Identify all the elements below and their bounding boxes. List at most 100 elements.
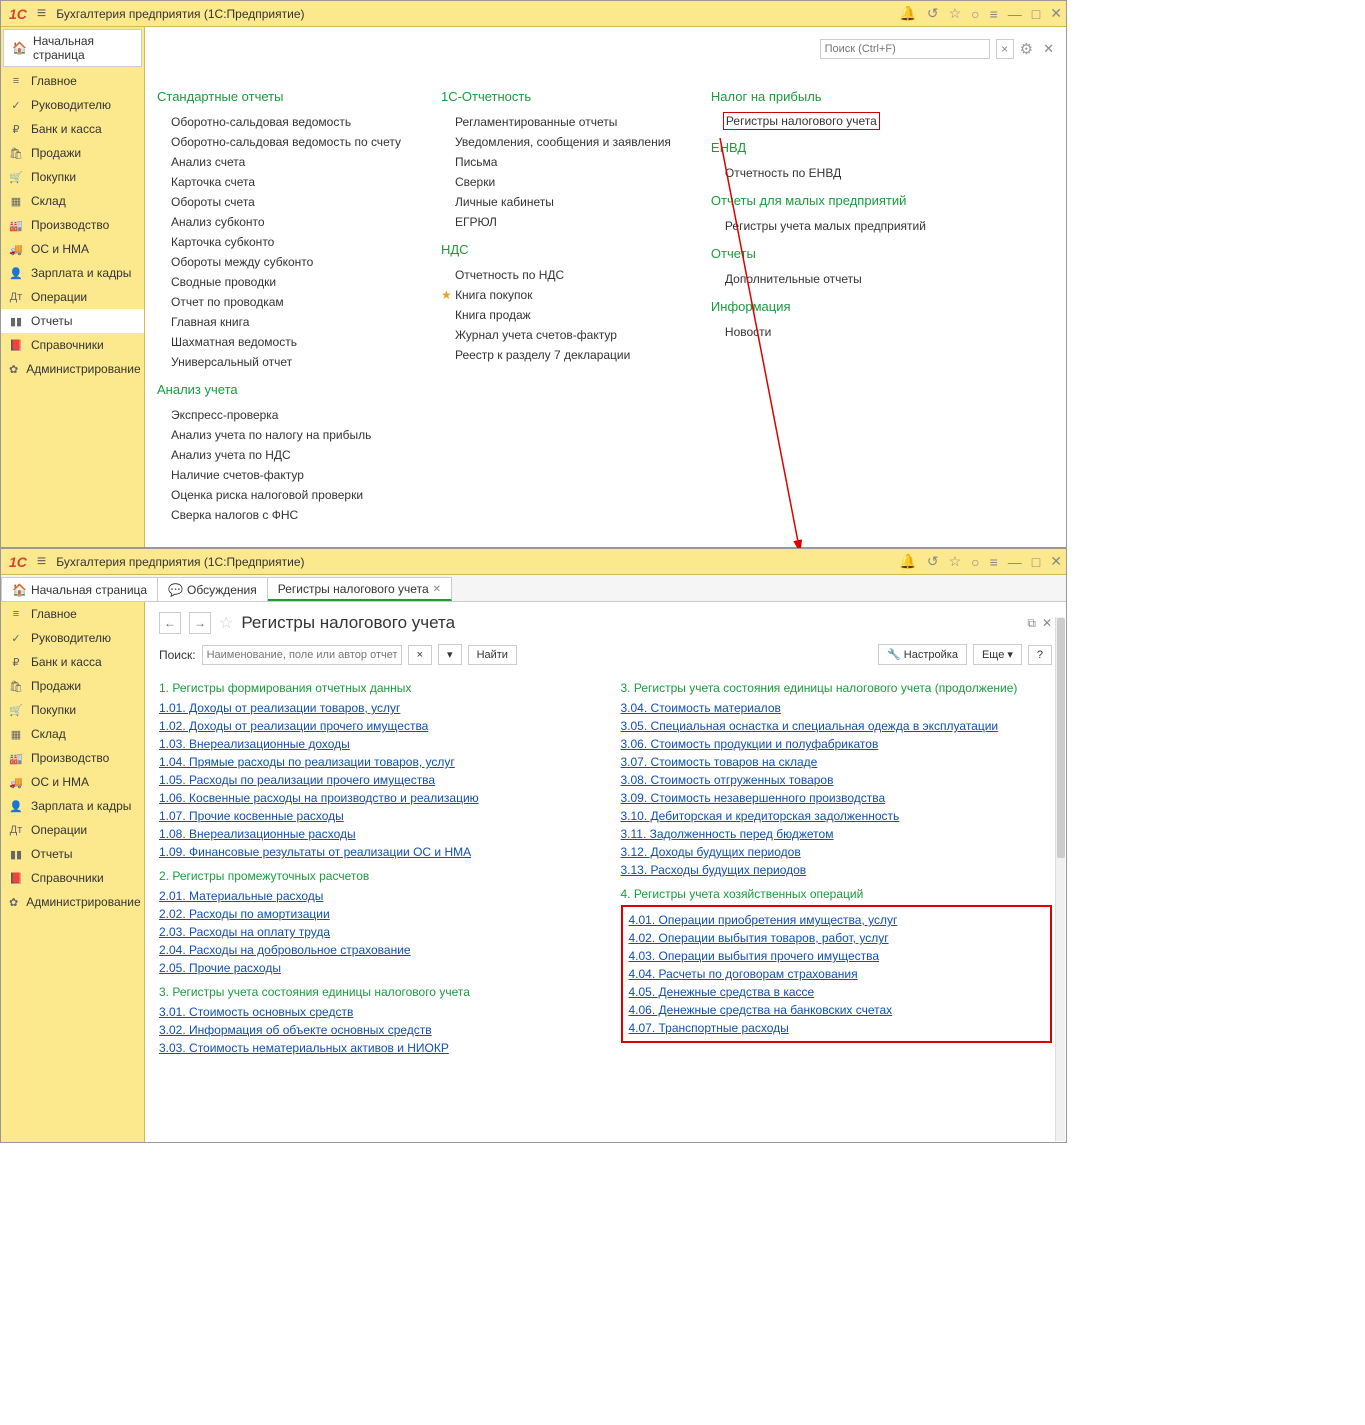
- history-icon[interactable]: ↺: [927, 5, 939, 22]
- menu-icon[interactable]: ≡: [37, 553, 46, 571]
- menu-item[interactable]: Отчет по проводкам: [157, 292, 401, 312]
- sidebar-item[interactable]: ДтОперации: [1, 285, 144, 309]
- search-clear[interactable]: ×: [996, 39, 1014, 59]
- close-page-icon[interactable]: ✕: [1042, 616, 1052, 630]
- menu-item[interactable]: Анализ учета по НДС: [157, 445, 401, 465]
- menu-item[interactable]: Карточка счета: [157, 172, 401, 192]
- menu-item[interactable]: Сверки: [441, 172, 671, 192]
- menu-item[interactable]: Книга продаж: [441, 305, 671, 325]
- sidebar-home[interactable]: 🏠Начальная страница: [3, 29, 142, 67]
- menu-item[interactable]: Обороты между субконто: [157, 252, 401, 272]
- more-button[interactable]: Еще▾: [973, 644, 1022, 665]
- menu-item[interactable]: Отчетность по ЕНВД: [711, 163, 926, 183]
- menu-item[interactable]: Обороты счета: [157, 192, 401, 212]
- scroll-thumb[interactable]: [1057, 618, 1065, 858]
- sidebar-item[interactable]: 🏭Производство: [1, 213, 144, 237]
- sidebar-item[interactable]: ≡Главное: [1, 602, 144, 626]
- sidebar-item[interactable]: 🛍Продажи: [1, 674, 144, 698]
- history-icon[interactable]: ↺: [927, 553, 939, 570]
- sidebar-item[interactable]: ▦Склад: [1, 722, 144, 746]
- star-icon[interactable]: ☆: [949, 5, 962, 22]
- menu-item[interactable]: Журнал учета счетов-фактур: [441, 325, 671, 345]
- register-link[interactable]: 4.01. Операции приобретения имущества, у…: [629, 911, 1045, 929]
- search-field[interactable]: [202, 645, 402, 665]
- menu-item[interactable]: Главная книга: [157, 312, 401, 332]
- sidebar-item[interactable]: ДтОперации: [1, 818, 144, 842]
- register-link[interactable]: 3.04. Стоимость материалов: [621, 699, 1053, 717]
- register-link[interactable]: 4.04. Расчеты по договорам страхования: [629, 965, 1045, 983]
- register-link[interactable]: 3.02. Информация об объекте основных сре…: [159, 1021, 591, 1039]
- menu-item[interactable]: Оборотно-сальдовая ведомость по счету: [157, 132, 401, 152]
- menu-item[interactable]: Личные кабинеты: [441, 192, 671, 212]
- link-icon[interactable]: ⧉: [1027, 616, 1036, 631]
- register-link[interactable]: 3.01. Стоимость основных средств: [159, 1003, 591, 1021]
- menu-item[interactable]: Наличие счетов-фактур: [157, 465, 401, 485]
- register-link[interactable]: 1.02. Доходы от реализации прочего имуще…: [159, 717, 591, 735]
- star-icon[interactable]: ☆: [949, 553, 962, 570]
- register-link[interactable]: 3.10. Дебиторская и кредиторская задолже…: [621, 807, 1053, 825]
- register-link[interactable]: 4.05. Денежные средства в кассе: [629, 983, 1045, 1001]
- sidebar-item[interactable]: 👤Зарплата и кадры: [1, 794, 144, 818]
- back-button[interactable]: ←: [159, 612, 181, 634]
- menu-item[interactable]: Сверка налогов с ФНС: [157, 505, 401, 525]
- settings-button[interactable]: 🔧Настройка: [878, 644, 967, 665]
- menu-item[interactable]: Оборотно-сальдовая ведомость: [157, 112, 401, 132]
- gear-icon[interactable]: ⚙: [1020, 40, 1033, 58]
- register-link[interactable]: 4.02. Операции выбытия товаров, работ, у…: [629, 929, 1045, 947]
- tab-close-icon[interactable]: ✕: [433, 584, 441, 595]
- register-link[interactable]: 1.06. Косвенные расходы на производство …: [159, 789, 591, 807]
- register-link[interactable]: 3.12. Доходы будущих периодов: [621, 843, 1053, 861]
- sidebar-item[interactable]: 🏭Производство: [1, 746, 144, 770]
- register-link[interactable]: 3.07. Стоимость товаров на складе: [621, 753, 1053, 771]
- menu-item[interactable]: Сводные проводки: [157, 272, 401, 292]
- register-link[interactable]: 2.03. Расходы на оплату труда: [159, 923, 591, 941]
- options-icon[interactable]: ≡: [990, 554, 998, 570]
- menu-item[interactable]: Уведомления, сообщения и заявления: [441, 132, 671, 152]
- register-link[interactable]: 2.02. Расходы по амортизации: [159, 905, 591, 923]
- search-input[interactable]: [820, 39, 990, 59]
- sidebar-item[interactable]: ₽Банк и касса: [1, 650, 144, 674]
- sidebar-item[interactable]: 🚚ОС и НМА: [1, 237, 144, 261]
- register-link[interactable]: 1.04. Прямые расходы по реализации товар…: [159, 753, 591, 771]
- register-link[interactable]: 2.01. Материальные расходы: [159, 887, 591, 905]
- register-link[interactable]: 4.03. Операции выбытия прочего имущества: [629, 947, 1045, 965]
- menu-item[interactable]: Универсальный отчет: [157, 352, 401, 372]
- register-link[interactable]: 3.06. Стоимость продукции и полуфабрикат…: [621, 735, 1053, 753]
- menu-icon[interactable]: ≡: [37, 5, 46, 23]
- register-link[interactable]: 1.09. Финансовые результаты от реализаци…: [159, 843, 591, 861]
- sidebar-item[interactable]: 👤Зарплата и кадры: [1, 261, 144, 285]
- find-button[interactable]: Найти: [468, 645, 517, 665]
- close-icon[interactable]: ✕: [1050, 553, 1062, 570]
- tab[interactable]: Регистры налогового учета✕: [268, 577, 452, 601]
- sidebar-item[interactable]: ₽Банк и касса: [1, 117, 144, 141]
- sidebar-item[interactable]: ≡Главное: [1, 69, 144, 93]
- register-link[interactable]: 1.01. Доходы от реализации товаров, услу…: [159, 699, 591, 717]
- menu-item[interactable]: Письма: [441, 152, 671, 172]
- sidebar-item[interactable]: ▮▮Отчеты: [1, 842, 144, 866]
- menu-item[interactable]: Отчетность по НДС: [441, 265, 671, 285]
- favorite-icon[interactable]: ☆: [219, 613, 233, 633]
- dot-icon[interactable]: ○: [971, 6, 979, 22]
- register-link[interactable]: 2.05. Прочие расходы: [159, 959, 591, 977]
- sidebar-item[interactable]: ▮▮Отчеты: [1, 309, 144, 333]
- scrollbar[interactable]: [1055, 617, 1065, 1141]
- maximize-icon[interactable]: □: [1032, 554, 1040, 570]
- menu-item[interactable]: Шахматная ведомость: [157, 332, 401, 352]
- bell-icon[interactable]: 🔔: [899, 553, 916, 570]
- sidebar-item[interactable]: ✿Администрирование: [1, 357, 144, 381]
- minimize-icon[interactable]: —: [1008, 6, 1022, 22]
- register-link[interactable]: 1.07. Прочие косвенные расходы: [159, 807, 591, 825]
- menu-item[interactable]: Новости: [711, 322, 926, 342]
- sidebar-item[interactable]: 🛒Покупки: [1, 698, 144, 722]
- register-link[interactable]: 3.11. Задолженность перед бюджетом: [621, 825, 1053, 843]
- menu-item[interactable]: Дополнительные отчеты: [711, 269, 926, 289]
- sidebar-item[interactable]: ✓Руководителю: [1, 626, 144, 650]
- tab[interactable]: 🏠Начальная страница: [1, 577, 158, 601]
- forward-button[interactable]: →: [189, 612, 211, 634]
- sidebar-item[interactable]: ▦Склад: [1, 189, 144, 213]
- help-button[interactable]: ?: [1028, 645, 1052, 665]
- menu-item[interactable]: Регламентированные отчеты: [441, 112, 671, 132]
- sidebar-item[interactable]: 🛍Продажи: [1, 141, 144, 165]
- register-link[interactable]: 3.09. Стоимость незавершенного производс…: [621, 789, 1053, 807]
- menu-item[interactable]: Регистры налогового учета: [723, 112, 880, 130]
